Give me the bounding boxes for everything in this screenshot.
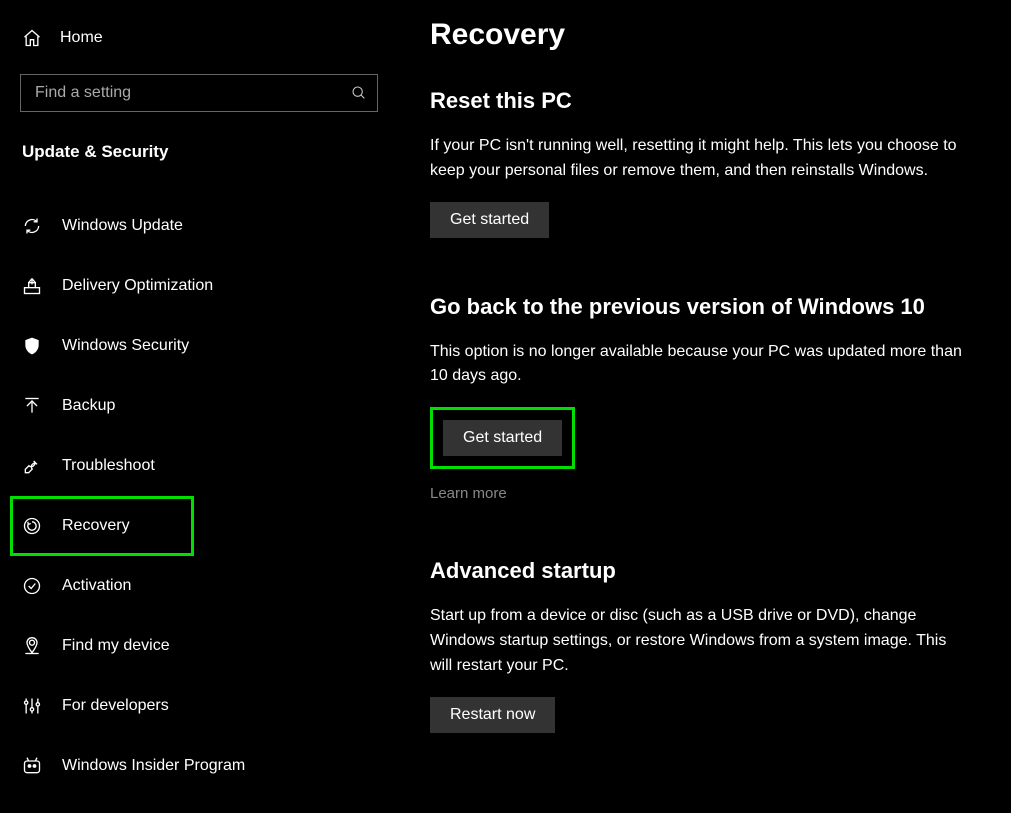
nav-item-delivery-optimization[interactable]: Delivery Optimization bbox=[0, 256, 398, 316]
sync-icon bbox=[22, 216, 42, 236]
nav-item-recovery[interactable]: Recovery bbox=[0, 496, 398, 556]
advanced-heading: Advanced startup bbox=[430, 558, 983, 584]
nav-item-label: Troubleshoot bbox=[62, 457, 155, 475]
goback-description: This option is no longer available becau… bbox=[430, 340, 970, 390]
learn-more-link[interactable]: Learn more bbox=[430, 485, 507, 502]
nav-item-label: Delivery Optimization bbox=[62, 277, 213, 295]
section-reset-this-pc: Reset this PC If your PC isn't running w… bbox=[430, 88, 983, 238]
reset-heading: Reset this PC bbox=[430, 88, 983, 114]
goback-heading: Go back to the previous version of Windo… bbox=[430, 294, 983, 320]
shield-icon bbox=[22, 336, 42, 356]
category-heading: Update & Security bbox=[0, 112, 398, 168]
nav-item-label: Backup bbox=[62, 397, 115, 415]
nav-item-backup[interactable]: Backup bbox=[0, 376, 398, 436]
nav-item-label: Recovery bbox=[62, 517, 130, 535]
nav-item-label: Activation bbox=[62, 577, 131, 595]
sidebar: Home Update & Security bbox=[0, 0, 398, 813]
page-title: Recovery bbox=[430, 18, 983, 52]
nav-item-for-developers[interactable]: For developers bbox=[0, 676, 398, 736]
goback-button-highlight: Get started bbox=[430, 407, 575, 469]
nav-item-troubleshoot[interactable]: Troubleshoot bbox=[0, 436, 398, 496]
check-circle-icon bbox=[22, 576, 42, 596]
search-box[interactable] bbox=[20, 74, 378, 112]
home-icon bbox=[22, 28, 42, 48]
recovery-icon bbox=[22, 516, 42, 536]
backup-icon bbox=[22, 396, 42, 416]
wrench-icon bbox=[22, 456, 42, 476]
nav-item-windows-update[interactable]: Windows Update bbox=[0, 196, 398, 256]
advanced-description: Start up from a device or disc (such as … bbox=[430, 604, 970, 678]
search-icon bbox=[351, 85, 367, 101]
nav-item-label: Windows Update bbox=[62, 217, 183, 235]
nav-item-find-my-device[interactable]: Find my device bbox=[0, 616, 398, 676]
section-go-back: Go back to the previous version of Windo… bbox=[430, 294, 983, 503]
delivery-icon bbox=[22, 276, 42, 296]
nav-item-label: Windows Security bbox=[62, 337, 189, 355]
insider-icon bbox=[22, 756, 42, 776]
nav-item-label: For developers bbox=[62, 697, 169, 715]
sliders-icon bbox=[22, 696, 42, 716]
section-advanced-startup: Advanced startup Start up from a device … bbox=[430, 558, 983, 732]
main-content: Recovery Reset this PC If your PC isn't … bbox=[398, 0, 1011, 813]
nav-item-windows-security[interactable]: Windows Security bbox=[0, 316, 398, 376]
reset-description: If your PC isn't running well, resetting… bbox=[430, 134, 970, 184]
search-input[interactable] bbox=[35, 84, 351, 102]
nav-item-activation[interactable]: Activation bbox=[0, 556, 398, 616]
goback-get-started-button[interactable]: Get started bbox=[443, 420, 562, 456]
home-button[interactable]: Home bbox=[0, 20, 398, 56]
restart-now-button[interactable]: Restart now bbox=[430, 697, 555, 733]
nav-list: Windows Update Delivery Optimization bbox=[0, 196, 398, 796]
location-icon bbox=[22, 636, 42, 656]
nav-item-windows-insider[interactable]: Windows Insider Program bbox=[0, 736, 398, 796]
home-label: Home bbox=[60, 29, 103, 47]
nav-item-label: Windows Insider Program bbox=[62, 757, 245, 775]
nav-item-label: Find my device bbox=[62, 637, 170, 655]
reset-get-started-button[interactable]: Get started bbox=[430, 202, 549, 238]
